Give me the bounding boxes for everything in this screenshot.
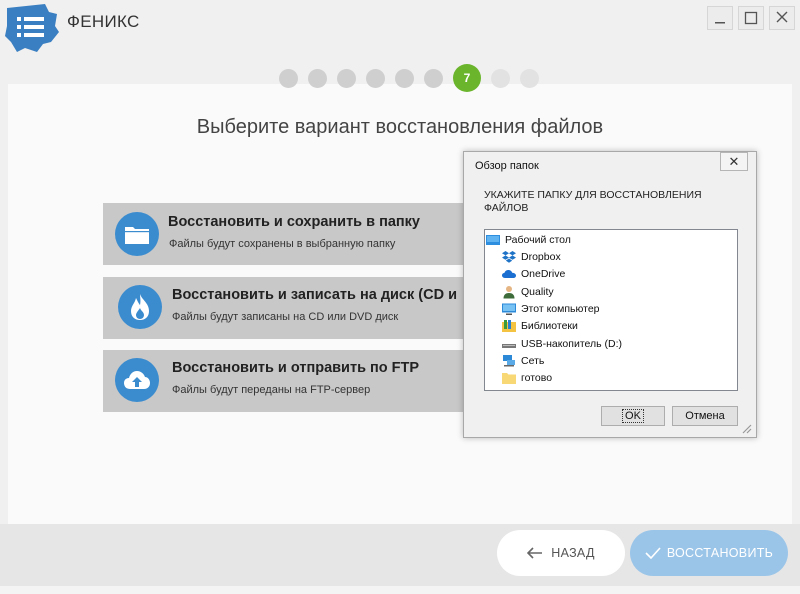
arrow-left-icon <box>527 547 543 559</box>
tree-item-label: готово <box>521 371 553 384</box>
menu-gear-icon[interactable] <box>3 2 59 54</box>
option-title: Восстановить и сохранить в папку <box>168 214 420 230</box>
step-dot <box>395 68 414 88</box>
step-dot <box>520 68 539 88</box>
dropbox-icon <box>502 250 516 263</box>
dialog-cancel-button[interactable]: Отмена <box>672 406 738 426</box>
page-heading: Выберите вариант восстановления файлов <box>196 116 604 138</box>
step-dot <box>491 68 510 88</box>
tree-item-dropbox[interactable]: Dropbox <box>502 248 561 265</box>
option-title: Восстановить и записать на диск (CD и <box>172 287 457 303</box>
dialog-instruction: УКАЖИТЕ ПАПКУ ДЛЯ ВОССТАНОВЛЕНИЯ ФАЙЛОВ <box>484 189 702 214</box>
restore-button[interactable]: ВОССТАНОВИТЬ <box>630 530 788 576</box>
tree-item-label: Рабочий стол <box>505 233 571 246</box>
back-button[interactable]: НАЗАД <box>497 530 625 576</box>
tree-item-desktop[interactable]: Рабочий стол <box>486 231 571 248</box>
browse-folder-dialog: Обзор папок ✕ УКАЖИТЕ ПАПКУ ДЛЯ ВОССТАНО… <box>463 151 757 438</box>
tree-item-label: Dropbox <box>521 250 561 263</box>
back-button-label: НАЗАД <box>551 546 595 560</box>
resize-grip-icon[interactable] <box>740 422 752 434</box>
option-subtitle: Файлы будут переданы на FTP-сервер <box>172 384 371 396</box>
footer-strip <box>0 586 800 594</box>
checkmark-icon <box>645 547 661 559</box>
cloud-upload-icon <box>115 358 159 402</box>
tree-item-network[interactable]: Сеть <box>502 352 544 369</box>
desktop-icon <box>486 234 500 245</box>
tree-item-usb-drive[interactable]: USB-накопитель (D:) <box>502 335 622 352</box>
minimize-button[interactable] <box>707 6 733 30</box>
folder-tree[interactable]: Рабочий стол Dropbox OneDrive Quality Эт… <box>484 229 738 391</box>
maximize-icon <box>744 11 758 25</box>
tree-item-label: Библиотеки <box>521 319 578 332</box>
onedrive-icon <box>502 269 516 278</box>
dialog-ok-button[interactable]: OK <box>601 406 665 426</box>
option-send-ftp[interactable]: Восстановить и отправить по FTP Файлы бу… <box>103 350 483 412</box>
tree-item-user[interactable]: Quality <box>502 283 554 300</box>
step-dot <box>366 68 385 88</box>
app-title: ФЕНИКС <box>67 12 140 31</box>
network-icon <box>503 354 515 366</box>
option-burn-to-disc[interactable]: Восстановить и записать на диск (CD и Фа… <box>103 277 483 339</box>
step-dot-active: 7 <box>453 64 481 92</box>
tree-item-label: USB-накопитель (D:) <box>521 337 623 350</box>
dialog-close-button[interactable]: ✕ <box>720 152 748 171</box>
ok-label: OK <box>622 409 644 423</box>
folder-icon <box>502 372 516 384</box>
close-window-button[interactable] <box>769 6 795 30</box>
restore-button-label: ВОССТАНОВИТЬ <box>666 546 774 560</box>
dialog-title: Обзор папок <box>475 160 539 172</box>
step-indicator: 7 <box>279 64 549 92</box>
option-subtitle: Файлы будут записаны на CD или DVD диск <box>172 311 399 323</box>
close-icon <box>776 11 788 23</box>
step-dot <box>308 68 327 88</box>
flame-icon <box>118 285 162 329</box>
close-icon: ✕ <box>728 153 740 169</box>
tree-item-label: Quality <box>521 285 554 298</box>
maximize-button[interactable] <box>738 6 764 30</box>
option-title: Восстановить и отправить по FTP <box>172 360 420 376</box>
tree-item-onedrive[interactable]: OneDrive <box>502 265 565 282</box>
tree-item-label: OneDrive <box>521 267 566 280</box>
tree-item-folder[interactable]: готово <box>502 369 552 386</box>
tree-item-computer[interactable]: Этот компьютер <box>502 300 600 317</box>
usb-drive-icon <box>502 343 516 348</box>
computer-icon <box>502 303 516 315</box>
minimize-icon <box>715 22 725 24</box>
step-dot <box>337 68 356 88</box>
library-icon <box>502 319 516 332</box>
tree-item-label: Сеть <box>521 354 545 367</box>
option-subtitle: Файлы будут сохранены в выбранную папку <box>169 238 396 250</box>
tree-item-label: Этот компьютер <box>521 302 600 315</box>
step-dot <box>279 68 298 88</box>
step-dot <box>424 68 443 88</box>
tree-item-libraries[interactable]: Библиотеки <box>502 317 578 334</box>
folder-icon <box>115 212 159 256</box>
option-save-to-folder[interactable]: Восстановить и сохранить в папку Файлы б… <box>103 203 483 265</box>
user-icon <box>503 285 515 298</box>
